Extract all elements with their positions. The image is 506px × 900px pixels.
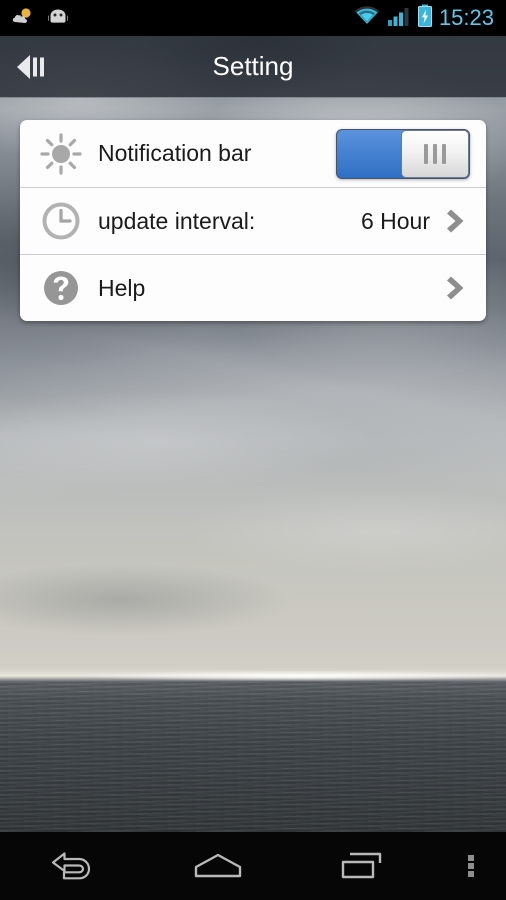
settings-row-label: Help: [98, 274, 146, 301]
grip-line: [433, 143, 437, 164]
settings-row-notification-bar[interactable]: Notification bar: [20, 120, 486, 187]
nav-recents-button[interactable]: [291, 832, 436, 900]
status-bar-system-icons: 15:23: [353, 4, 506, 33]
cellular-signal-icon: [387, 5, 411, 32]
weather-cloud-notification-icon: [12, 6, 36, 31]
sea-water-texture: [0, 682, 506, 856]
wifi-icon: [353, 5, 381, 32]
status-bar: 15:23: [0, 0, 506, 36]
page-title: Setting: [212, 51, 294, 81]
android-settings-screen: 15:23 Setting Notification bar update in…: [0, 0, 506, 900]
navigation-bar: [0, 832, 506, 900]
settings-row-label: Notification bar: [98, 140, 252, 166]
notification-bar-toggle[interactable]: [336, 128, 470, 179]
clock-icon: [38, 198, 84, 244]
status-bar-clock: 15:23: [438, 5, 494, 30]
chevron-right-icon[interactable]: [444, 273, 470, 303]
settings-row-help[interactable]: Help: [20, 254, 486, 321]
nav-overflow-menu-button[interactable]: [436, 832, 506, 900]
chevron-right-icon[interactable]: [444, 206, 470, 236]
sun-brightness-icon: [38, 131, 84, 177]
settings-row-label: update interval:: [98, 207, 256, 234]
nav-home-button[interactable]: [145, 832, 290, 900]
settings-card: Notification bar update interval: 6 Hour: [20, 120, 486, 321]
grip-line: [424, 143, 428, 164]
back-previous-icon[interactable]: [0, 36, 64, 98]
nav-back-button[interactable]: [0, 832, 145, 900]
android-robot-icon: [46, 6, 70, 31]
toggle-thumb: [401, 129, 469, 178]
battery-charging-icon: [417, 4, 433, 33]
grip-line: [442, 143, 446, 164]
status-bar-notification-icons: [0, 6, 353, 31]
action-bar: Setting: [0, 36, 506, 98]
update-interval-value: 6 Hour: [360, 207, 430, 234]
help-question-icon: [38, 265, 84, 311]
settings-row-update-interval[interactable]: update interval: 6 Hour: [20, 187, 486, 254]
